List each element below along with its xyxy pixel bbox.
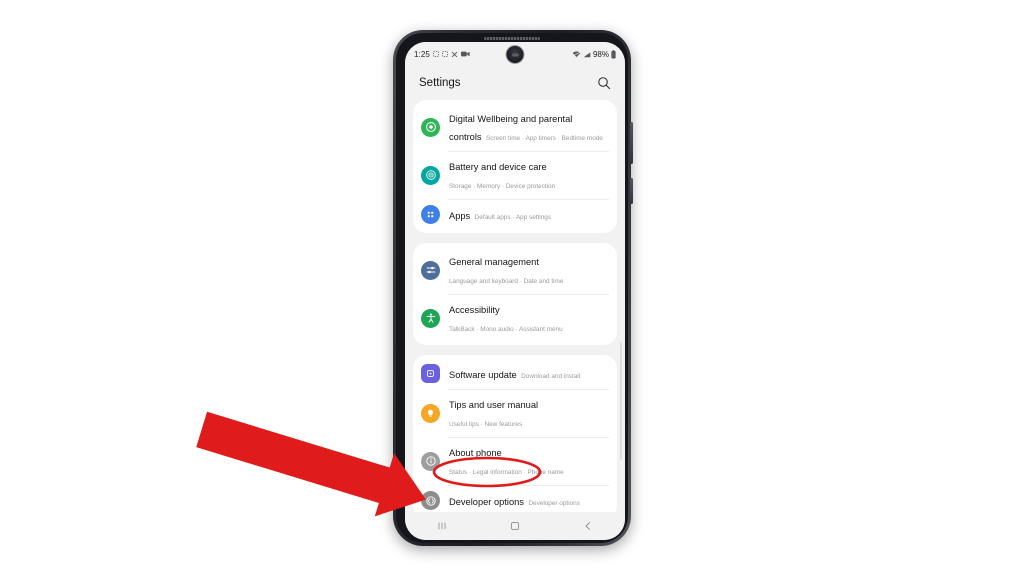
apps-grid-icon (421, 205, 440, 224)
settings-item-about-phone[interactable]: About phone Status · Legal information ·… (413, 437, 617, 485)
settings-group: Software update Download and install Tip… (413, 355, 617, 512)
settings-item-digital-wellbeing[interactable]: Digital Wellbeing and parental controls … (413, 103, 617, 151)
settings-item-developer-options[interactable]: Developer options Developer options (413, 485, 617, 512)
settings-item-text: General management Language and keyboard… (449, 252, 607, 288)
status-bar-left: 1:25 (414, 50, 470, 59)
lightbulb-icon (421, 403, 440, 423)
back-icon[interactable] (577, 517, 599, 535)
settings-item-accessibility[interactable]: Accessibility TalkBack · Mono audio · As… (413, 294, 617, 342)
status-bar-right: 98% (572, 50, 616, 59)
search-icon[interactable] (597, 76, 611, 90)
settings-item-subtitle: Useful tips · New features (449, 421, 523, 428)
settings-item-title: Developer options (449, 496, 524, 507)
settings-item-subtitle: Storage · Memory · Device protection (449, 183, 556, 190)
settings-item-subtitle: Default apps · App settings (474, 213, 552, 221)
settings-item-text: Digital Wellbeing and parental controls … (449, 109, 607, 145)
settings-item-title: Software update (449, 369, 517, 380)
settings-item-general-management[interactable]: General management Language and keyboard… (413, 246, 617, 294)
settings-item-text: Developer options Developer options (449, 492, 607, 510)
sliders-icon (421, 260, 440, 280)
info-icon (421, 451, 440, 471)
wifi-icon (572, 50, 581, 58)
power-button[interactable] (630, 178, 633, 204)
settings-item-title: About phone (449, 448, 502, 458)
settings-item-text: About phone Status · Legal information ·… (449, 443, 607, 479)
settings-group: General management Language and keyboard… (413, 243, 617, 345)
settings-item-text: Software update Download and install (449, 365, 607, 383)
settings-item-battery-device-care[interactable]: Battery and device care Storage · Memory… (413, 151, 617, 199)
phone-screen: 1:25 98% Settings Digital Wellbeing and … (405, 42, 625, 540)
earpiece-speaker (484, 37, 540, 40)
battery-care-icon (421, 165, 440, 185)
settings-header: Settings (405, 66, 625, 100)
software-update-icon (421, 364, 440, 383)
accessibility-person-icon (421, 308, 440, 328)
battery-icon (611, 49, 616, 59)
settings-item-subtitle: Developer options (528, 499, 580, 507)
settings-item-tips-user-manual[interactable]: Tips and user manual Useful tips · New f… (413, 389, 617, 437)
no-sim-icon (451, 51, 458, 58)
scrollbar[interactable] (620, 342, 622, 460)
digital-wellbeing-icon (421, 117, 440, 137)
settings-item-title: General management (449, 257, 539, 267)
volume-button[interactable] (630, 122, 633, 164)
settings-item-subtitle: TalkBack · Mono audio · Assistant menu (449, 326, 563, 333)
settings-item-title: Apps (449, 210, 471, 221)
recents-icon[interactable] (431, 517, 453, 535)
settings-item-title: Battery and device care (449, 162, 547, 172)
settings-item-subtitle: Status · Legal information · Phone name (449, 469, 564, 476)
home-icon[interactable] (504, 517, 526, 535)
placeholder-icon (433, 51, 439, 57)
settings-group: Digital Wellbeing and parental controls … (413, 100, 617, 233)
signal-icon (582, 51, 591, 58)
settings-item-title: Accessibility (449, 305, 500, 315)
settings-item-software-update[interactable]: Software update Download and install (413, 358, 617, 389)
settings-item-text: Accessibility TalkBack · Mono audio · As… (449, 300, 607, 336)
placeholder-icon (442, 51, 448, 57)
page-title: Settings (419, 77, 461, 89)
status-clock: 1:25 (414, 49, 430, 59)
punch-hole-camera (506, 46, 524, 63)
settings-item-apps[interactable]: Apps Default apps · App settings (413, 199, 617, 230)
developer-options-icon (421, 491, 440, 510)
phone-inner-bezel: 1:25 98% Settings Digital Wellbeing and … (396, 33, 628, 543)
settings-item-subtitle: Language and keyboard · Date and time (449, 278, 564, 285)
settings-item-title: Tips and user manual (449, 400, 539, 410)
settings-item-subtitle: Download and install (521, 372, 581, 380)
phone-device: 1:25 98% Settings Digital Wellbeing and … (393, 30, 633, 546)
settings-item-text: Apps Default apps · App settings (449, 206, 607, 224)
screen-recorder-icon (460, 51, 470, 57)
settings-item-text: Battery and device care Storage · Memory… (449, 157, 607, 193)
navigation-bar (405, 512, 625, 540)
settings-item-subtitle: Screen time · App timers · Bedtime mode (486, 135, 603, 142)
settings-item-text: Tips and user manual Useful tips · New f… (449, 395, 607, 431)
battery-percent: 98% (592, 49, 609, 59)
settings-list[interactable]: Digital Wellbeing and parental controls … (405, 100, 625, 512)
